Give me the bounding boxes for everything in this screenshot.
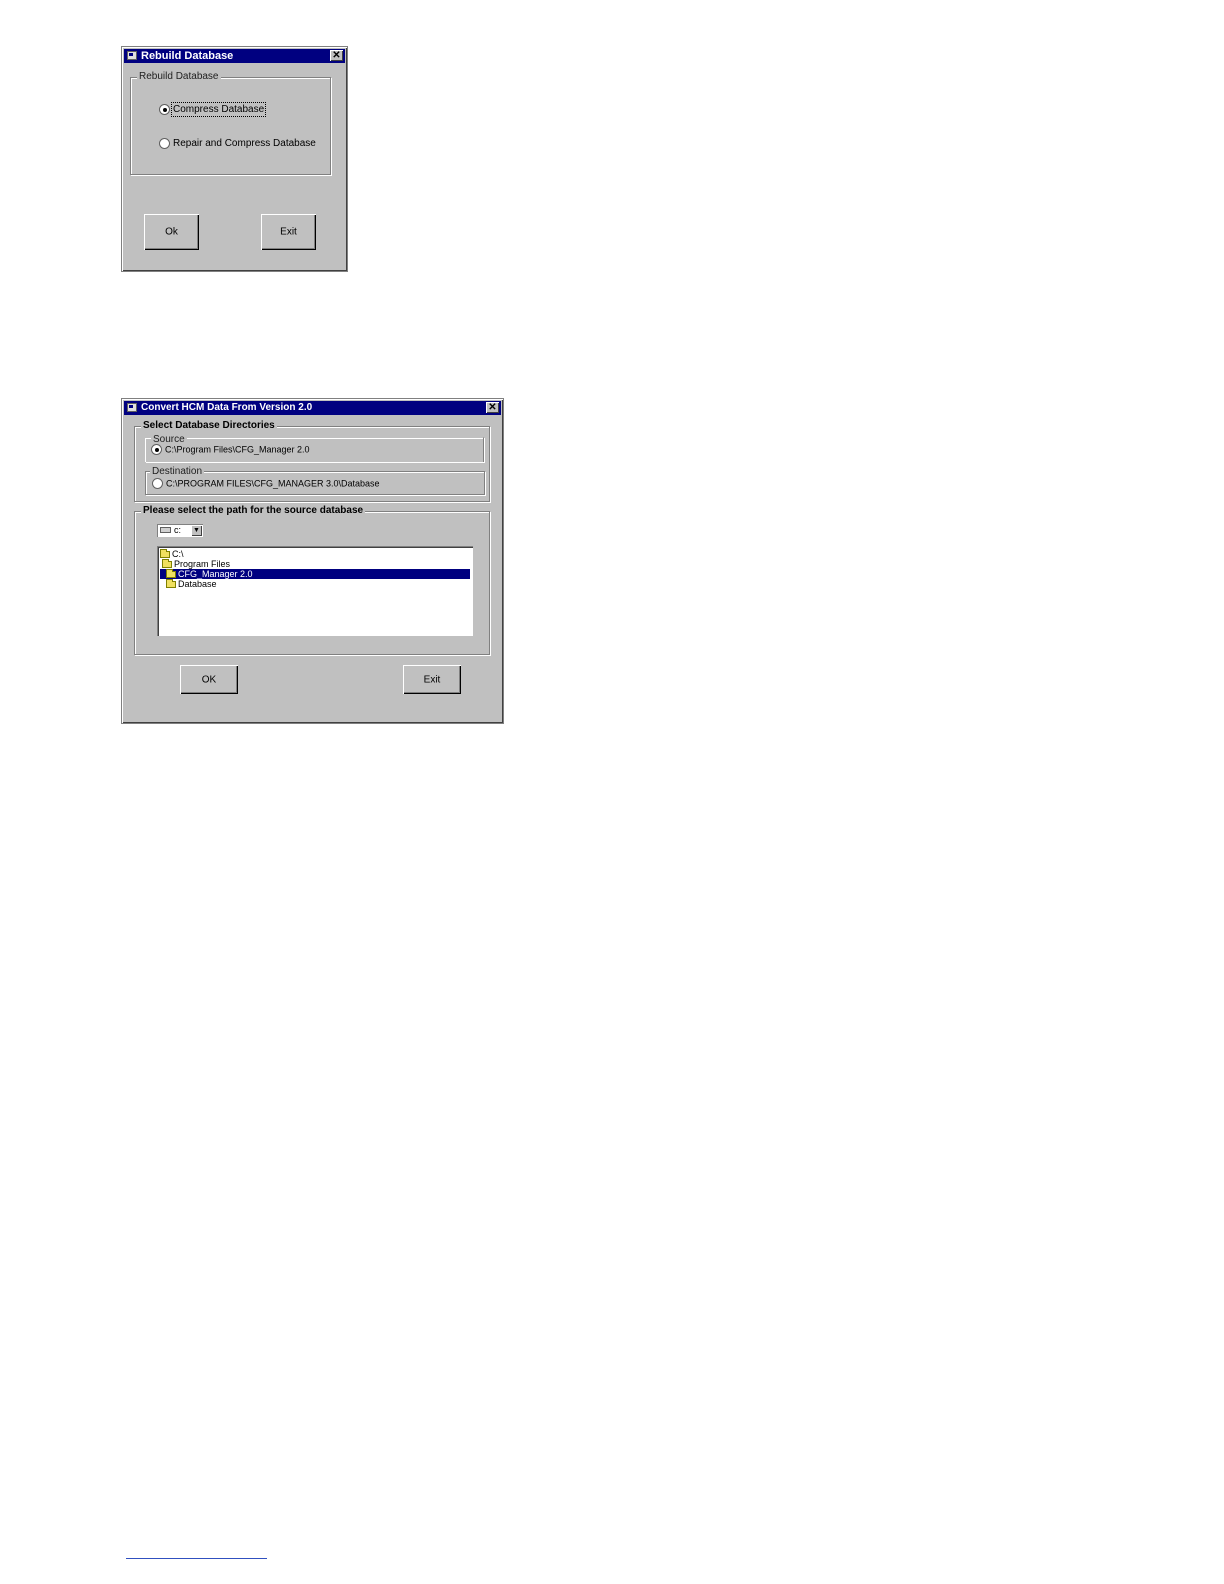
source-group: Source C:\Program Files\CFG_Manager 2.0	[145, 434, 484, 462]
destination-path-option[interactable]: C:\PROGRAM FILES\CFG_MANAGER 3.0\Databas…	[152, 478, 380, 490]
source-path-option[interactable]: C:\Program Files\CFG_Manager 2.0	[151, 444, 310, 456]
exit-button-label: Exit	[280, 226, 297, 238]
repair-compress-database-option[interactable]: Repair and Compress Database	[159, 138, 316, 149]
destination-label: Destination	[150, 466, 205, 477]
exit-button[interactable]: Exit	[261, 214, 316, 250]
title-bar[interactable]: Convert HCM Data From Version 2.0 ✕	[124, 401, 501, 415]
directory-label: C:\	[172, 549, 184, 559]
radio-icon[interactable]	[159, 104, 170, 115]
rebuild-options-group: Rebuild Database Compress Database Repai…	[130, 71, 331, 175]
app-icon	[127, 403, 137, 412]
exit-button-label: Exit	[423, 674, 441, 685]
radio-icon[interactable]	[151, 444, 162, 456]
directory-item[interactable]: Database	[166, 579, 236, 589]
ok-button-label: Ok	[165, 226, 178, 238]
group-label: Rebuild Database	[137, 71, 221, 82]
open-folder-icon	[166, 569, 176, 579]
group-label: Select Database Directories	[141, 420, 277, 431]
window-title: Rebuild Database	[141, 50, 234, 62]
radio-icon[interactable]	[159, 138, 170, 149]
option-label: Repair and Compress Database	[173, 138, 316, 149]
exit-button[interactable]: Exit	[403, 665, 461, 694]
drive-icon	[160, 527, 171, 533]
chevron-down-icon[interactable]: ▼	[191, 525, 202, 536]
folder-icon	[166, 579, 176, 589]
open-folder-icon	[162, 559, 172, 569]
footnote-rule	[126, 1558, 267, 1559]
ok-button-label: OK	[201, 674, 217, 685]
convert-hcm-data-dialog: Convert HCM Data From Version 2.0 ✕ Sele…	[121, 398, 504, 724]
directory-label: Program Files	[174, 559, 231, 569]
compress-database-option[interactable]: Compress Database	[159, 102, 267, 117]
destination-path: C:\PROGRAM FILES\CFG_MANAGER 3.0\Databas…	[166, 478, 380, 489]
close-button[interactable]: ✕	[330, 50, 343, 61]
window-title: Convert HCM Data From Version 2.0	[141, 402, 313, 413]
title-bar[interactable]: Rebuild Database ✕	[124, 49, 345, 63]
directory-label: Database	[178, 579, 217, 589]
group-label: Please select the path for the source da…	[141, 505, 366, 516]
source-path: C:\Program Files\CFG_Manager 2.0	[165, 444, 310, 455]
radio-icon[interactable]	[152, 478, 163, 490]
database-directories-group: Select Database Directories Source C:\Pr…	[134, 420, 490, 502]
close-button[interactable]: ✕	[486, 402, 499, 413]
ok-button[interactable]: Ok	[144, 214, 199, 250]
ok-button[interactable]: OK	[180, 665, 238, 694]
open-folder-icon	[160, 549, 170, 559]
drive-select[interactable]: c: ▼	[157, 524, 203, 537]
destination-group: Destination C:\PROGRAM FILES\CFG_MANAGER…	[145, 466, 485, 495]
option-label: Compress Database	[170, 102, 267, 117]
directory-label: CFG_Manager 2.0	[178, 569, 253, 579]
directory-item[interactable]: C:\	[160, 549, 200, 559]
source-path-group: Please select the path for the source da…	[134, 505, 490, 655]
rebuild-database-dialog: Rebuild Database ✕ Rebuild Database Comp…	[121, 46, 348, 272]
directory-item[interactable]: Program Files	[162, 559, 242, 569]
directory-item-selected[interactable]: CFG_Manager 2.0	[160, 569, 470, 579]
directory-list[interactable]: C:\ Program Files CFG_Manager 2.0 Databa…	[157, 546, 473, 636]
drive-value: c:	[174, 525, 182, 535]
app-icon	[127, 51, 137, 60]
